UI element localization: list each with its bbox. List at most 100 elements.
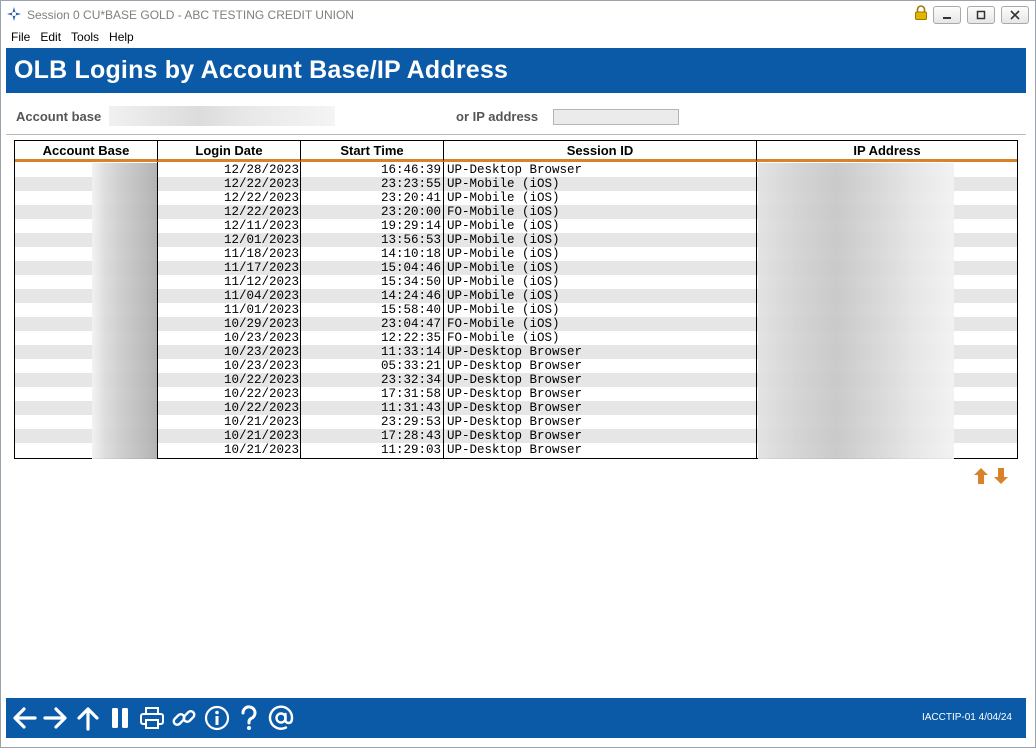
start-time-cell: 16:46:39	[380, 163, 441, 177]
paging-controls	[973, 467, 1009, 485]
session-id-cell: UP-Mobile (iOS)	[447, 191, 560, 205]
page-down-icon[interactable]	[993, 467, 1009, 485]
start-time-cell: 23:04:47	[380, 317, 441, 331]
session-id-cell: UP-Desktop Browser	[447, 359, 583, 373]
maximize-button[interactable]	[967, 6, 995, 24]
login-date-cell: 10/29/2023	[223, 317, 299, 331]
start-time-cell: 19:29:14	[380, 219, 441, 233]
link-button[interactable]	[170, 704, 198, 732]
column-header-account-base[interactable]: Account Base	[15, 141, 158, 162]
login-date-cell: 10/23/2023	[223, 331, 299, 345]
start-time-cell: 17:28:43	[380, 429, 441, 443]
login-date-cell: 12/22/2023	[223, 205, 299, 219]
login-date-cell: 10/22/2023	[223, 401, 299, 415]
start-time-cell: 23:32:34	[380, 373, 441, 387]
session-id-cell: UP-Mobile (iOS)	[447, 233, 560, 247]
ip-address-label: or IP address	[456, 109, 539, 124]
link-icon	[172, 710, 196, 726]
back-button[interactable]	[10, 704, 38, 732]
session-id-cell: UP-Mobile (iOS)	[447, 219, 560, 233]
pause-button[interactable]	[106, 704, 134, 732]
account-base-column-redacted	[92, 163, 157, 459]
login-date-cell: 12/22/2023	[223, 177, 299, 191]
login-date-cell: 10/21/2023	[223, 415, 299, 429]
column-header-login-date[interactable]: Login Date	[158, 141, 301, 162]
column-divider	[157, 162, 158, 458]
title-bar: Session 0 CU*BASE GOLD - ABC TESTING CRE…	[1, 1, 1035, 29]
close-button[interactable]	[1001, 6, 1029, 24]
column-divider	[300, 162, 301, 458]
login-date-cell: 12/22/2023	[223, 191, 299, 205]
column-header-ip-address[interactable]: IP Address	[757, 141, 1017, 162]
email-button[interactable]	[267, 704, 295, 732]
session-id-cell: UP-Mobile (iOS)	[447, 261, 560, 275]
login-date-cell: 11/04/2023	[223, 289, 299, 303]
login-date-cell: 11/12/2023	[223, 275, 299, 289]
login-date-cell: 10/21/2023	[223, 443, 299, 457]
menu-tools[interactable]: Tools	[66, 30, 104, 44]
info-button[interactable]	[203, 704, 231, 732]
ip-address-field[interactable]	[553, 109, 679, 125]
session-id-cell: FO-Mobile (iOS)	[447, 331, 560, 345]
column-divider	[443, 162, 444, 458]
login-date-cell: 12/11/2023	[223, 219, 299, 233]
forward-button[interactable]	[42, 704, 70, 732]
session-id-cell: FO-Mobile (iOS)	[447, 317, 560, 331]
up-button[interactable]	[74, 704, 102, 732]
help-icon	[241, 705, 257, 730]
back-arrow-icon	[13, 707, 37, 729]
minimize-button[interactable]	[933, 6, 961, 24]
login-date-cell: 11/01/2023	[223, 303, 299, 317]
menu-file[interactable]: File	[6, 30, 35, 44]
minimize-icon	[943, 17, 951, 19]
login-date-cell: 10/23/2023	[223, 345, 299, 359]
session-id-cell: UP-Desktop Browser	[447, 163, 583, 177]
login-date-cell: 10/22/2023	[223, 387, 299, 401]
bottom-toolbar: IACCTIP-01 4/04/24	[6, 698, 1026, 738]
divider	[6, 134, 1026, 135]
help-button[interactable]	[235, 704, 263, 732]
start-time-cell: 23:29:53	[380, 415, 441, 429]
screen-id: IACCTIP-01 4/04/24	[921, 712, 1012, 723]
column-divider	[756, 162, 757, 458]
login-date-cell: 11/17/2023	[223, 261, 299, 275]
start-time-cell: 13:56:53	[380, 233, 441, 247]
close-icon	[1010, 10, 1020, 20]
start-time-cell: 14:24:46	[380, 289, 441, 303]
app-window: Session 0 CU*BASE GOLD - ABC TESTING CRE…	[0, 0, 1036, 748]
page-header: OLB Logins by Account Base/IP Address	[6, 48, 1026, 93]
session-id-cell: UP-Desktop Browser	[447, 443, 583, 457]
login-date-cell: 10/21/2023	[223, 429, 299, 443]
up-arrow-icon	[77, 707, 99, 731]
window-title: Session 0 CU*BASE GOLD - ABC TESTING CRE…	[27, 8, 354, 22]
start-time-cell: 23:20:41	[380, 191, 441, 205]
printer-icon	[140, 707, 164, 729]
menu-edit[interactable]: Edit	[35, 30, 66, 44]
column-header-session-id[interactable]: Session ID	[444, 141, 757, 162]
session-id-cell: UP-Mobile (iOS)	[447, 247, 560, 261]
login-date-cell: 12/01/2023	[223, 233, 299, 247]
restore-icon	[976, 10, 986, 20]
session-id-cell: UP-Mobile (iOS)	[447, 275, 560, 289]
menu-bar: File Edit Tools Help	[1, 27, 1035, 47]
start-time-cell: 14:10:18	[380, 247, 441, 261]
start-time-cell: 11:31:43	[380, 401, 441, 415]
start-time-cell: 17:31:58	[380, 387, 441, 401]
session-id-cell: UP-Desktop Browser	[447, 373, 583, 387]
start-time-cell: 11:29:03	[380, 443, 441, 457]
login-date-cell: 12/28/2023	[223, 163, 299, 177]
login-date-cell: 10/23/2023	[223, 359, 299, 373]
menu-help[interactable]: Help	[104, 30, 139, 44]
login-date-cell: 10/22/2023	[223, 373, 299, 387]
page-up-icon[interactable]	[973, 467, 989, 485]
account-base-field[interactable]	[109, 106, 335, 126]
page-title: OLB Logins by Account Base/IP Address	[14, 56, 509, 84]
pause-icon	[112, 708, 128, 728]
start-time-cell: 05:33:21	[380, 359, 441, 373]
ip-address-column-redacted	[758, 163, 954, 459]
start-time-cell: 15:58:40	[380, 303, 441, 317]
session-id-cell: UP-Mobile (iOS)	[447, 177, 560, 191]
column-header-start-time[interactable]: Start Time	[301, 141, 444, 162]
print-button[interactable]	[138, 704, 166, 732]
lock-icon	[915, 5, 927, 20]
